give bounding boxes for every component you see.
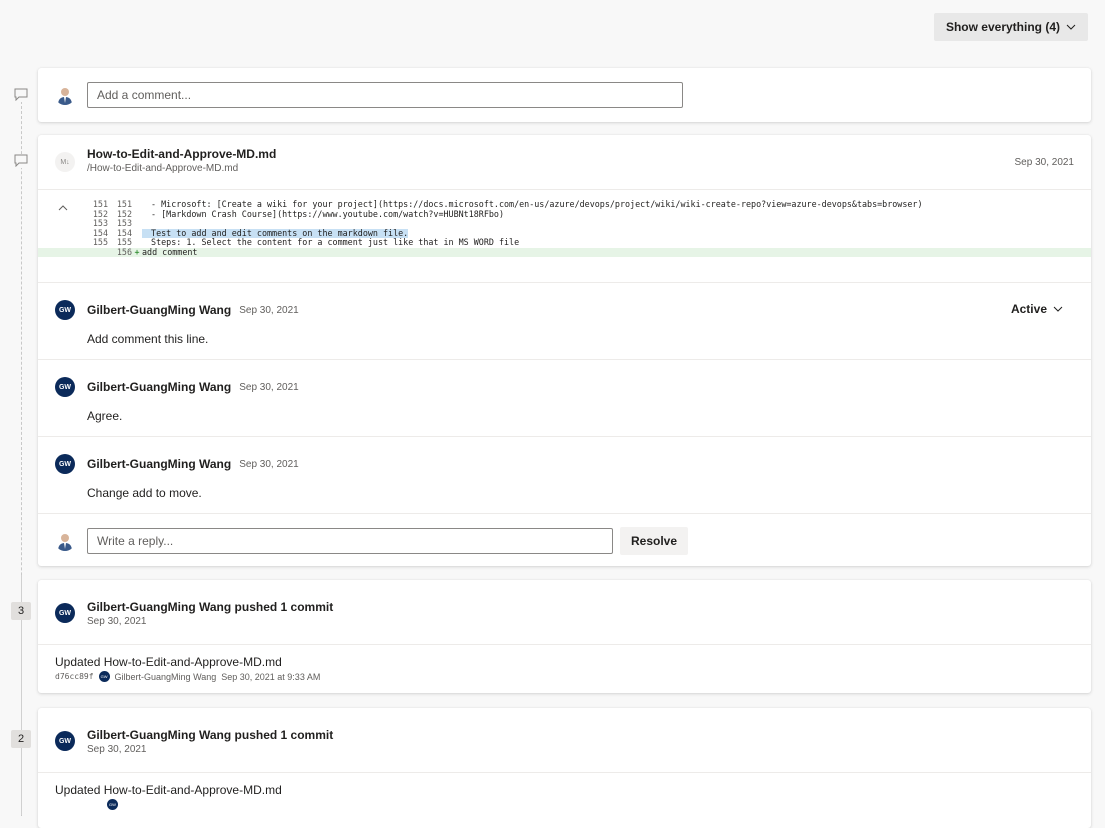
diff-line-text: - [Markdown Crash Course](https://www.yo… [146,208,504,219]
comment-date: Sep 30, 2021 [239,458,299,470]
commit-author: Gilbert-GuangMing Wang [114,671,217,682]
push-title: Gilbert-GuangMing Wang pushed 1 commit [87,600,334,614]
current-user-avatar [55,85,75,105]
avatar: GW [55,731,75,751]
line-number-old: 155 [92,237,108,247]
thread-status-dropdown[interactable]: Active [1011,302,1063,316]
diff-marker [132,210,142,220]
avatar: GW [55,603,75,623]
timeline-update-number: 2 [11,730,31,748]
timeline-update-number: 3 [11,602,31,620]
line-number-old [38,248,108,258]
chevron-down-icon [1066,24,1076,30]
resolve-button[interactable]: Resolve [620,527,689,555]
chevron-down-icon [1053,306,1063,312]
comment-author[interactable]: Gilbert-GuangMing Wang [87,303,231,317]
push-date: Sep 30, 2021 [87,616,147,627]
thread-status-label: Active [1010,302,1047,316]
thread-date: Sep 30, 2021 [1014,157,1075,168]
commit-meta: GW [55,799,1074,810]
collapse-chevron-up-icon[interactable] [58,204,68,214]
avatar: GW [55,454,75,474]
push-title: Gilbert-GuangMing Wang pushed 1 commit [87,728,334,742]
comment-text: Add comment this line. [87,332,209,346]
avatar: GW [107,799,118,810]
comment-text: Agree. [87,409,123,423]
push-date: Sep 30, 2021 [87,744,147,755]
comment: GW Gilbert-GuangMing Wang Sep 30, 2021 C… [38,437,1091,514]
avatar: GW [55,300,75,320]
diff-marker [132,229,142,239]
comment-date: Sep 30, 2021 [239,304,299,316]
comment: GW Gilbert-GuangMing Wang Sep 30, 2021 A… [38,283,1091,360]
comment-icon [14,154,30,168]
comment-icon [14,88,30,102]
diff-marker [132,200,142,210]
code-diff-snippet: 151 151 - Microsoft: [Create a wiki for … [38,190,1091,283]
file-path: /How-to-Edit-and-Approve-MD.md [87,163,239,174]
file-name-link[interactable]: How-to-Edit-and-Approve-MD.md [87,147,276,161]
diff-line: 152 152 - [Markdown Crash Course](https:… [38,208,1091,220]
add-comment-input[interactable]: Add a comment... [87,82,683,108]
commit-message[interactable]: Updated How-to-Edit-and-Approve-MD.md [55,783,1074,797]
comment-author[interactable]: Gilbert-GuangMing Wang [87,380,231,394]
show-everything-label: Show everything (4) [945,20,1060,34]
push-update-card: GW Gilbert-GuangMing Wang pushed 1 commi… [38,708,1091,828]
commit-message[interactable]: Updated How-to-Edit-and-Approve-MD.md [55,655,1074,669]
diff-line-text: add comment [142,246,198,257]
diff-line-text: Steps: 1. Select the content for a comme… [146,237,520,247]
markdown-file-icon: M↓ [55,152,75,172]
current-user-avatar [55,531,75,551]
diff-line-added: 156 + add comment [38,246,1091,258]
avatar: GW [98,671,110,682]
add-comment-card: Add a comment... [38,68,1091,122]
commit-hash-link[interactable]: d76cc89f [55,672,94,681]
avatar: GW [55,377,75,397]
reply-input[interactable]: Write a reply... [87,528,613,554]
commit-meta: d76cc89f GW Gilbert-GuangMing Wang Sep 3… [55,671,1074,682]
comment: GW Gilbert-GuangMing Wang Sep 30, 2021 A… [38,360,1091,437]
comment-text: Change add to move. [87,486,202,500]
file-thread-header: M↓ How-to-Edit-and-Approve-MD.md /How-to… [38,135,1091,190]
comment-date: Sep 30, 2021 [239,381,299,393]
diff-marker: + [134,246,140,257]
commit-time: Sep 30, 2021 at 9:33 AM [221,671,321,682]
push-update-card: GW Gilbert-GuangMing Wang pushed 1 commi… [38,580,1091,693]
line-number-new: 156 [116,246,132,257]
diff-marker [132,219,142,229]
show-everything-dropdown[interactable]: Show everything (4) [933,13,1088,41]
comment-author[interactable]: Gilbert-GuangMing Wang [87,457,231,471]
file-comment-thread: M↓ How-to-Edit-and-Approve-MD.md /How-to… [38,135,1091,566]
reply-row: Write a reply... Resolve [38,514,1091,568]
